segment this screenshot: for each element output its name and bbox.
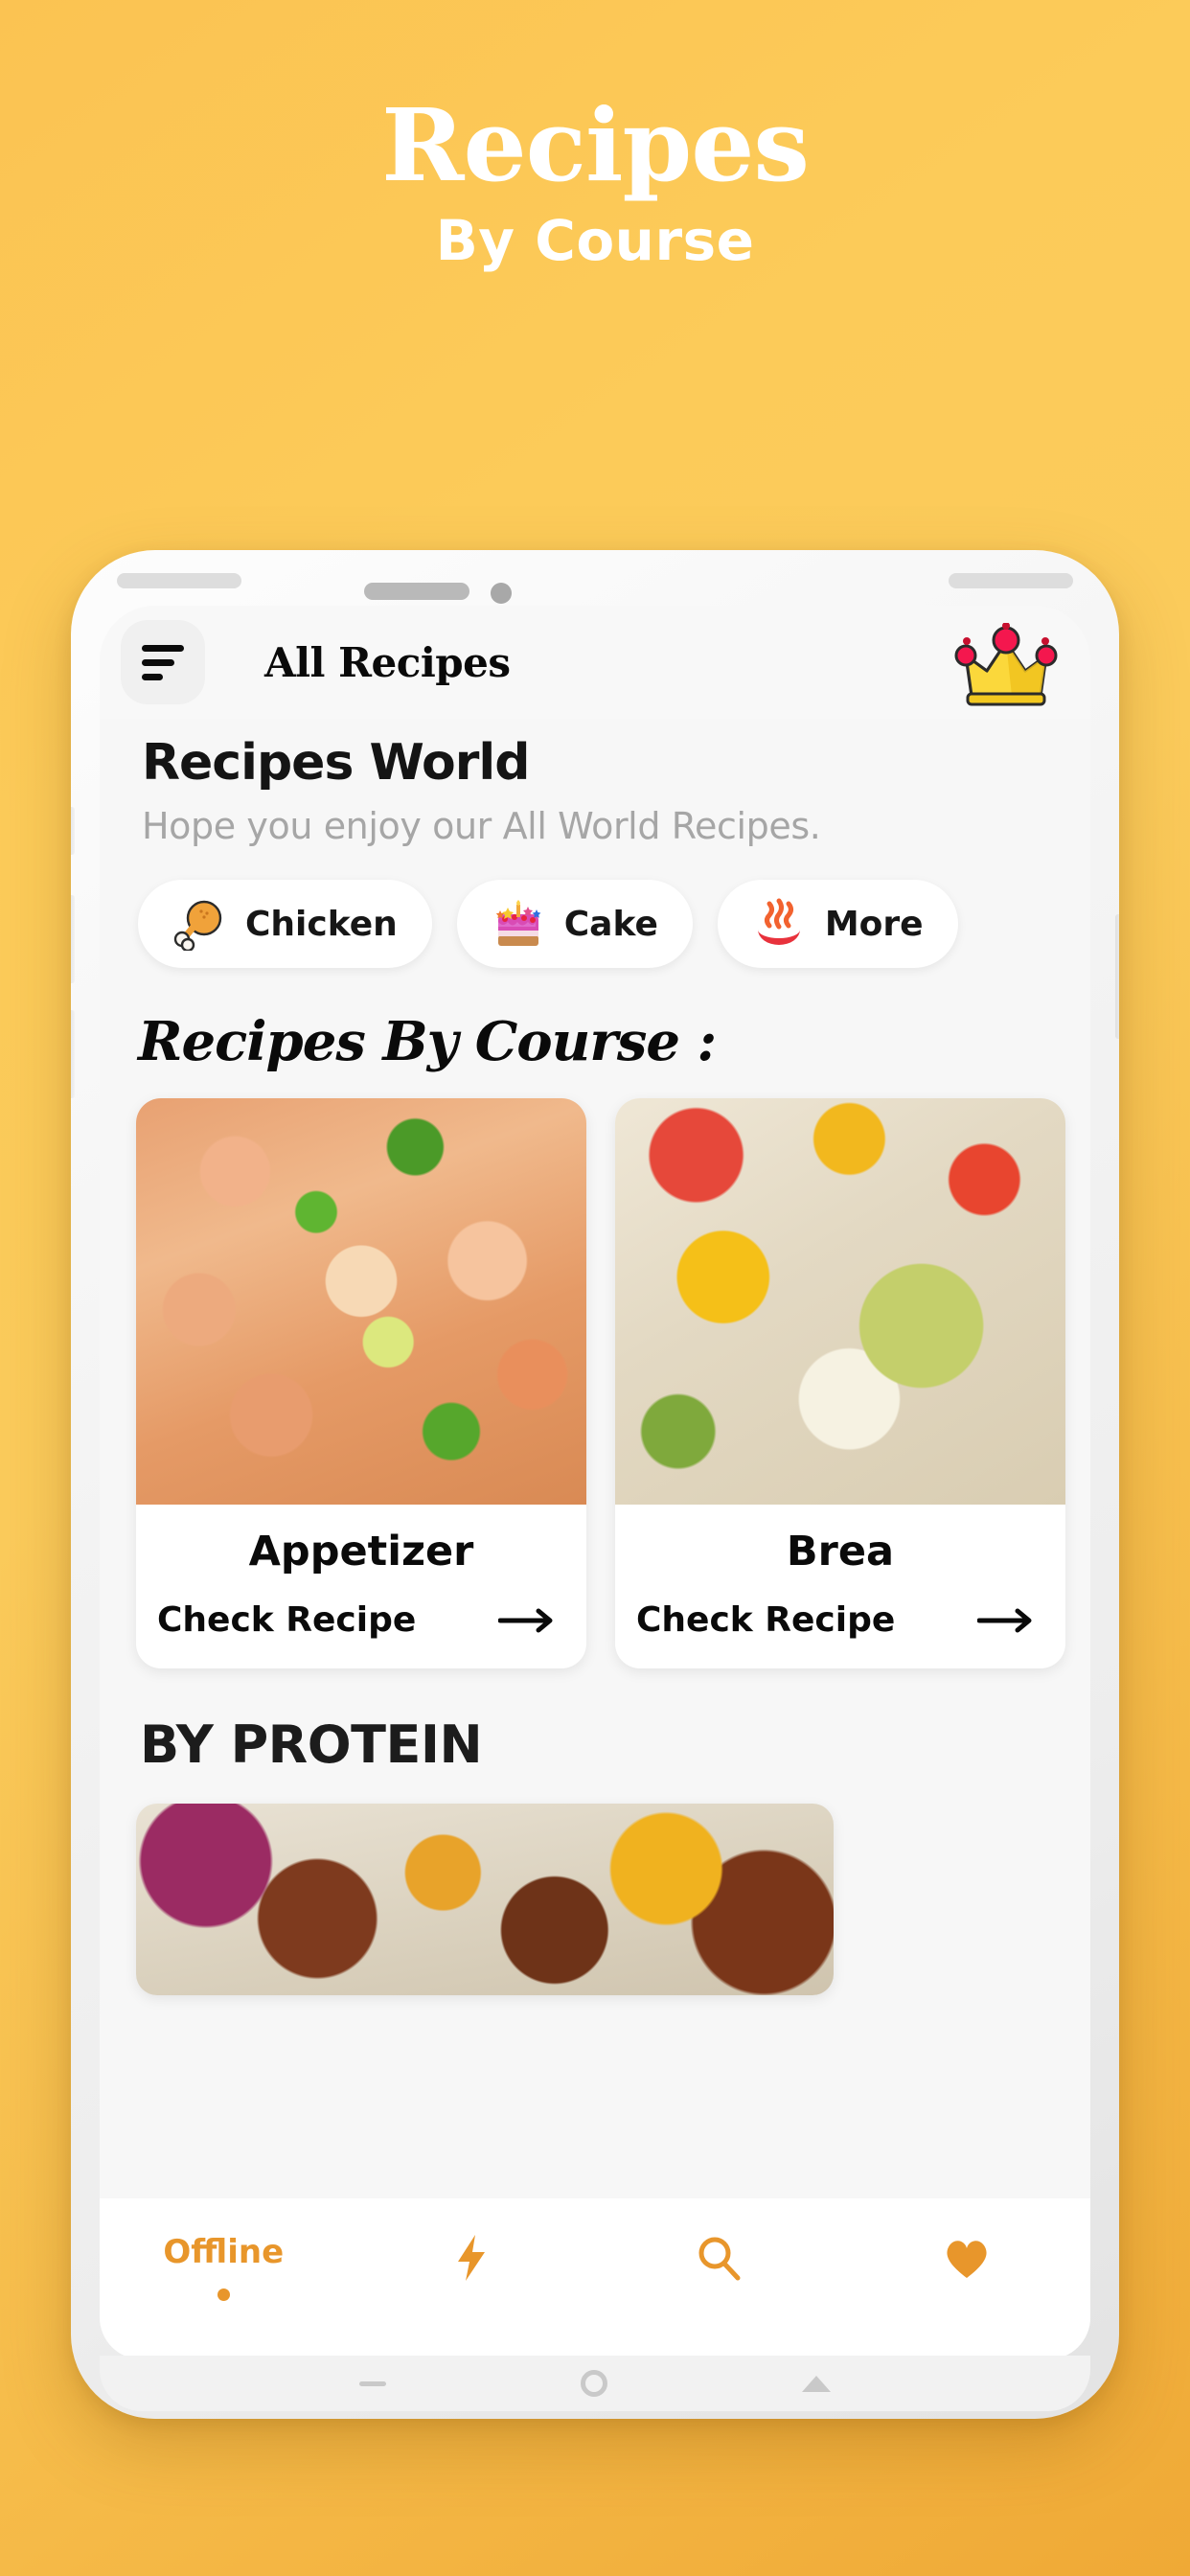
hot-springs-icon [752,897,806,951]
phone-bezel-right-accent [949,573,1073,588]
nav-item-trending[interactable] [348,2233,596,2283]
category-chip-label: Chicken [245,904,398,944]
course-card-image [615,1098,1065,1505]
back-button-icon[interactable] [801,2375,831,2392]
nav-item-label: Offline [163,2233,285,2271]
search-icon [694,2233,744,2283]
phone-volume-down-button [71,1010,75,1098]
phone-mockup: All Recipes Recipes World Hope you enjoy… [71,550,1119,2419]
arrow-right-icon [497,1606,558,1635]
hamburger-menu-icon[interactable] [121,620,205,704]
course-section-heading: Recipes By Course : [138,1010,717,1073]
app-bar-title: All Recipes [264,638,511,686]
course-card-cta[interactable]: Check Recipe [615,1576,1065,1668]
nav-item-favorites[interactable] [843,2233,1091,2283]
course-card-image [136,1098,586,1505]
home-button-icon[interactable] [580,2370,607,2397]
brand-title: Recipes World [142,734,530,792]
course-card-row: Appetizer Check Recipe Brea Check Recipe [100,1073,1090,1668]
promo-subtitle: By Course [435,208,755,273]
course-card-appetizer[interactable]: Appetizer Check Recipe [136,1098,586,1668]
course-card-cta-label: Check Recipe [636,1600,896,1640]
course-card-breakfast[interactable]: Brea Check Recipe [615,1098,1065,1668]
app-screen: All Recipes Recipes World Hope you enjoy… [100,606,1090,2359]
phone-earpiece-speaker [364,583,469,600]
category-chip-label: More [824,904,924,944]
arrow-right-icon [976,1606,1037,1635]
nav-item-search[interactable] [595,2233,843,2283]
nav-active-indicator-dot [217,2288,230,2301]
category-chip-chicken[interactable]: Chicken [138,880,432,968]
phone-power-button [1115,914,1119,1039]
category-chip-row: Chicken Cake More [100,847,1090,968]
phone-bezel-left-accent [117,573,241,588]
phone-front-camera [491,583,512,604]
android-system-navigation-bar [100,2356,1090,2411]
bottom-navigation-bar: Offline [100,2198,1090,2359]
course-card-cta-label: Check Recipe [157,1600,417,1640]
protein-section-heading: BY PROTEIN [140,1714,483,1775]
recents-button-icon[interactable] [359,2380,387,2386]
protein-card[interactable] [136,1804,834,1995]
brand-subtitle: Hope you enjoy our All World Recipes. [142,805,821,847]
heart-icon [942,2233,992,2283]
category-chip-cake[interactable]: Cake [456,880,693,968]
course-card-title: Brea [786,1528,895,1576]
course-card-title: Appetizer [248,1528,474,1576]
phone-volume-up-button [71,895,75,983]
poultry-leg-icon [172,897,226,953]
lightning-bolt-icon [446,2233,496,2283]
promo-header: Recipes By Course [0,96,1190,274]
birthday-cake-icon [492,897,545,951]
nav-item-offline[interactable]: Offline [100,2233,348,2301]
crown-icon[interactable] [954,622,1058,711]
promo-title: Recipes [381,86,810,204]
category-chip-label: Cake [563,904,658,944]
phone-side-button [71,807,75,855]
app-bar: All Recipes [100,606,1090,719]
course-card-cta[interactable]: Check Recipe [136,1576,586,1668]
category-chip-more[interactable]: More [717,880,958,968]
